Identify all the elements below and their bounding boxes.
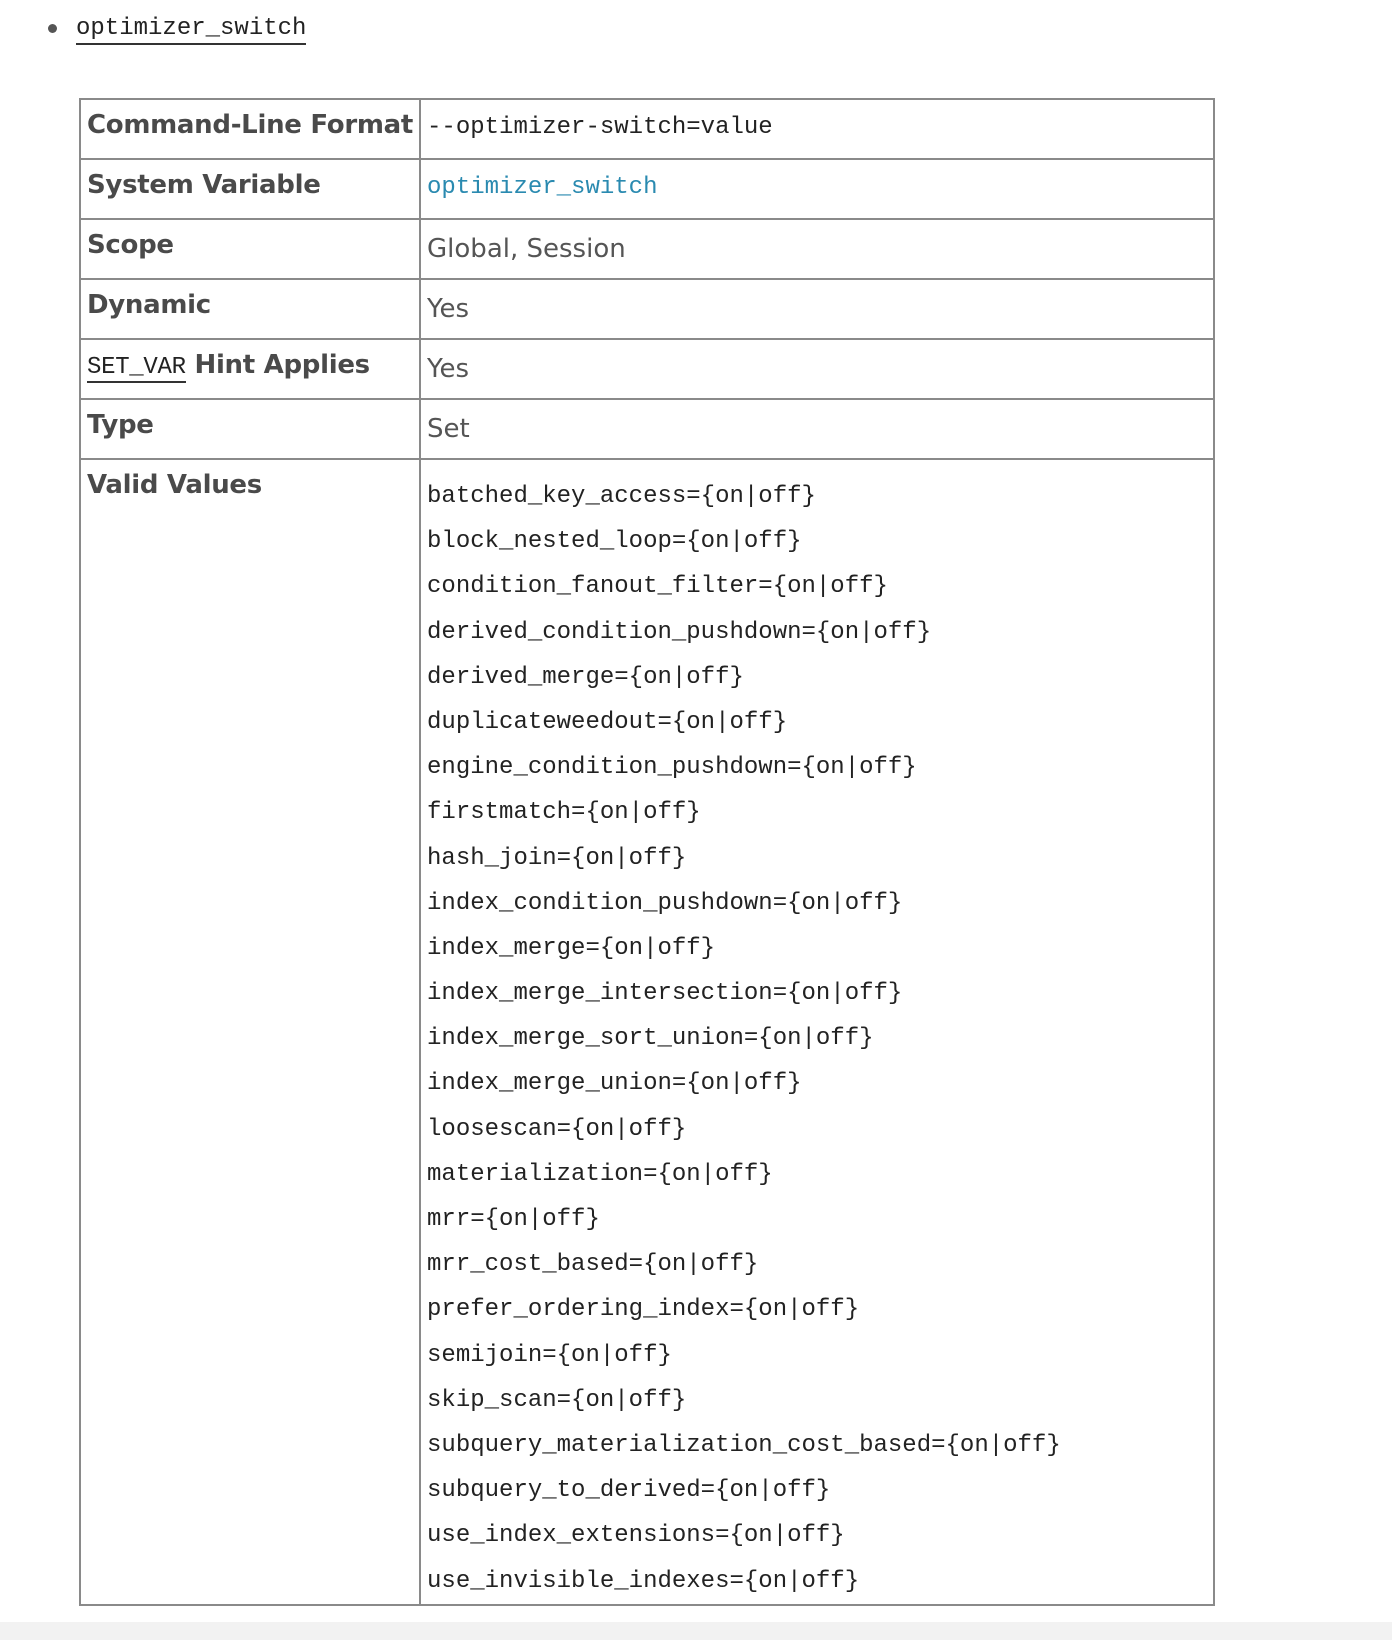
valid-value-item: block_nested_loop={on|off} bbox=[427, 528, 802, 556]
set-var-link[interactable]: SET_VAR bbox=[87, 355, 186, 383]
valid-value-item: index_condition_pushdown={on|off} bbox=[427, 889, 903, 917]
valid-value-item: subquery_to_derived={on|off} bbox=[427, 1477, 831, 1505]
row-system-variable: System Variable optimizer_switch bbox=[78, 158, 1215, 220]
scope-value: Global, Session bbox=[427, 234, 626, 264]
dynamic-value: Yes bbox=[427, 294, 470, 324]
row-dynamic: Dynamic Yes bbox=[78, 278, 1215, 340]
scope-cell: Global, Session bbox=[419, 218, 1215, 280]
valid-value-item: index_merge_intersection={on|off} bbox=[427, 980, 903, 1008]
variable-properties-table: Command-Line Format --optimizer-switch=v… bbox=[78, 98, 1215, 1606]
command-line-format-value: --optimizer-switch=value bbox=[427, 114, 773, 141]
dynamic-label: Dynamic bbox=[78, 278, 422, 340]
dynamic-cell: Yes bbox=[419, 278, 1215, 340]
row-command-line-format: Command-Line Format --optimizer-switch=v… bbox=[78, 98, 1215, 160]
command-line-format-cell: --optimizer-switch=value bbox=[419, 98, 1215, 160]
valid-values-list: batched_key_access={on|off} block_nested… bbox=[427, 470, 1207, 1604]
row-hint-applies: SET_VAR Hint Applies Yes bbox=[78, 338, 1215, 400]
valid-value-item: prefer_ordering_index={on|off} bbox=[427, 1296, 860, 1324]
bullet-icon bbox=[48, 23, 57, 33]
valid-value-item: engine_condition_pushdown={on|off} bbox=[427, 754, 917, 782]
hint-applies-cell: Yes bbox=[419, 338, 1215, 400]
bottom-footer-shade bbox=[0, 1622, 1392, 1640]
system-variable-cell: optimizer_switch bbox=[419, 158, 1215, 220]
row-valid-values: Valid Values batched_key_access={on|off}… bbox=[78, 458, 1215, 1606]
type-value: Set bbox=[427, 414, 470, 444]
type-cell: Set bbox=[419, 398, 1215, 460]
variable-name-link[interactable]: optimizer_switch bbox=[76, 15, 307, 45]
valid-value-item: use_index_extensions={on|off} bbox=[427, 1522, 845, 1550]
hint-applies-label: Hint Applies bbox=[194, 350, 370, 380]
valid-value-item: derived_merge={on|off} bbox=[427, 663, 744, 691]
valid-value-item: subquery_materialization_cost_based={on|… bbox=[427, 1431, 1061, 1459]
valid-value-item: firstmatch={on|off} bbox=[427, 799, 701, 827]
hint-applies-header: SET_VAR Hint Applies bbox=[78, 338, 422, 400]
valid-value-item: use_invisible_indexes={on|off} bbox=[427, 1567, 860, 1595]
valid-value-item: duplicateweedout={on|off} bbox=[427, 708, 788, 736]
command-line-format-label: Command-Line Format bbox=[78, 98, 422, 160]
valid-value-item: batched_key_access={on|off} bbox=[427, 483, 816, 510]
valid-value-item: mrr={on|off} bbox=[427, 1206, 600, 1233]
valid-values-label: Valid Values bbox=[78, 458, 422, 1606]
valid-value-item: mrr_cost_based={on|off} bbox=[427, 1251, 759, 1279]
scope-label: Scope bbox=[78, 218, 422, 280]
type-label: Type bbox=[78, 398, 422, 460]
variable-heading: optimizer_switch bbox=[48, 10, 307, 50]
valid-value-item: materialization={on|off} bbox=[427, 1160, 773, 1188]
valid-value-item: index_merge_union={on|off} bbox=[427, 1070, 802, 1098]
valid-value-item: index_merge={on|off} bbox=[427, 934, 716, 962]
system-variable-label: System Variable bbox=[78, 158, 422, 220]
valid-value-item: derived_condition_pushdown={on|off} bbox=[427, 618, 932, 646]
hint-applies-value: Yes bbox=[427, 354, 470, 384]
system-variable-link[interactable]: optimizer_switch bbox=[427, 170, 657, 201]
row-type: Type Set bbox=[78, 398, 1215, 460]
row-scope: Scope Global, Session bbox=[78, 218, 1215, 280]
valid-values-cell: batched_key_access={on|off} block_nested… bbox=[419, 458, 1215, 1606]
valid-value-item: hash_join={on|off} bbox=[427, 844, 687, 872]
valid-value-item: skip_scan={on|off} bbox=[427, 1386, 687, 1414]
valid-value-item: condition_fanout_filter={on|off} bbox=[427, 573, 888, 601]
valid-value-item: index_merge_sort_union={on|off} bbox=[427, 1025, 874, 1053]
valid-value-item: semijoin={on|off} bbox=[427, 1341, 672, 1369]
valid-value-item: loosescan={on|off} bbox=[427, 1115, 687, 1143]
